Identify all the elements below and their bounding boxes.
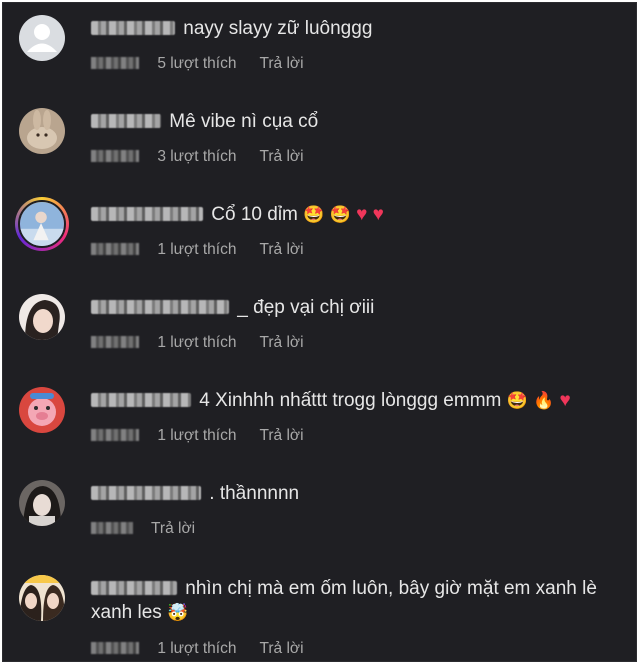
two-people-photo-avatar: [19, 575, 65, 621]
star-struck-emoji: 🤩: [329, 205, 351, 224]
person-photo-avatar: [20, 202, 64, 246]
comment-text: Cổ 10 dỉm: [211, 204, 298, 225]
fire-emoji: 🔥: [533, 391, 555, 410]
username-blurred[interactable]: [91, 207, 203, 221]
comment-meta: 5 lượt thích Trả lời: [91, 55, 304, 73]
avatar[interactable]: [19, 575, 65, 621]
comment-text-line: nhìn chị mà em ốm luôn, bây giờ mặt em x…: [91, 577, 620, 625]
comment-text: . thầnnnnn: [209, 483, 300, 504]
like-count[interactable]: 1 lượt thích: [157, 640, 236, 657]
comment-meta: 1 lượt thích Trả lời: [91, 241, 304, 259]
cartoon-pig-avatar: [19, 387, 65, 433]
username-blurred[interactable]: [91, 486, 201, 500]
username-blurred[interactable]: [91, 393, 191, 407]
timestamp-blurred: [91, 336, 139, 348]
username-blurred[interactable]: [91, 21, 175, 35]
timestamp-blurred: [91, 243, 139, 255]
comment-text: _ đẹp vại chị ơiii: [237, 297, 375, 318]
comment-meta: 1 lượt thích Trả lời: [91, 334, 304, 352]
comment-meta: 1 lượt thích Trả lời: [91, 640, 304, 658]
comment-meta: 3 lượt thích Trả lời: [91, 148, 304, 166]
comments-panel: nayy slayy zữ luônggg 5 lượt thích Trả l…: [2, 2, 637, 662]
comment-text-line: . thầnnnnn: [91, 482, 620, 506]
comment-meta: 1 lượt thích Trả lời: [91, 427, 304, 445]
person-photo-avatar: [19, 294, 65, 340]
username-blurred[interactable]: [91, 581, 177, 595]
like-count[interactable]: 1 lượt thích: [157, 241, 236, 258]
heart-emoji: ♥: [356, 204, 368, 225]
timestamp-blurred: [91, 642, 139, 654]
comment-text: nayy slayy zữ luônggg: [183, 18, 373, 39]
comment-text-line: Cổ 10 dỉm 🤩 🤩 ♥ ♥: [91, 203, 620, 227]
like-count[interactable]: 1 lượt thích: [157, 334, 236, 351]
avatar-image: [18, 200, 66, 248]
timestamp-blurred: [91, 522, 133, 534]
default-user-icon: [19, 15, 65, 61]
reply-button[interactable]: Trả lời: [259, 148, 303, 165]
avatar[interactable]: [19, 108, 65, 154]
timestamp-blurred: [91, 150, 139, 162]
like-count[interactable]: 1 lượt thích: [157, 427, 236, 444]
avatar[interactable]: [19, 480, 65, 526]
avatar[interactable]: [19, 387, 65, 433]
reply-button[interactable]: Trả lời: [151, 520, 195, 537]
timestamp-blurred: [91, 57, 139, 69]
person-photo-avatar: [19, 480, 65, 526]
comment-text-line: _ đẹp vại chị ơiii: [91, 296, 620, 320]
like-count[interactable]: 3 lượt thích: [157, 148, 236, 165]
comment-text-line: Mê vibe nì cụa cổ: [91, 110, 620, 134]
username-blurred[interactable]: [91, 300, 229, 314]
reply-button[interactable]: Trả lời: [259, 640, 303, 657]
like-count[interactable]: 5 lượt thích: [157, 55, 236, 72]
reply-button[interactable]: Trả lời: [259, 427, 303, 444]
star-struck-emoji: 🤩: [506, 391, 528, 410]
comment-text-line: 4 Xinhhh nhấttt trogg lònggg emmm 🤩 🔥 ♥: [91, 389, 620, 413]
heart-emoji: ♥: [372, 204, 384, 225]
avatar[interactable]: [19, 294, 65, 340]
avatar-default[interactable]: [19, 15, 65, 61]
reply-button[interactable]: Trả lời: [259, 334, 303, 351]
comment-meta: Trả lời: [91, 520, 195, 538]
comment-text: 4 Xinhhh nhấttt trogg lònggg emmm: [199, 390, 502, 411]
reply-button[interactable]: Trả lời: [259, 241, 303, 258]
exploding-head-emoji: 🤯: [167, 603, 189, 622]
avatar-with-story-ring[interactable]: [15, 197, 69, 251]
rabbit-photo-avatar: [19, 108, 65, 154]
reply-button[interactable]: Trả lời: [259, 55, 303, 72]
heart-emoji: ♥: [559, 390, 571, 411]
comment-text-line: nayy slayy zữ luônggg: [91, 17, 620, 41]
star-struck-emoji: 🤩: [303, 205, 325, 224]
comment-text: Mê vibe nì cụa cổ: [169, 111, 319, 132]
timestamp-blurred: [91, 429, 139, 441]
username-blurred[interactable]: [91, 114, 161, 128]
